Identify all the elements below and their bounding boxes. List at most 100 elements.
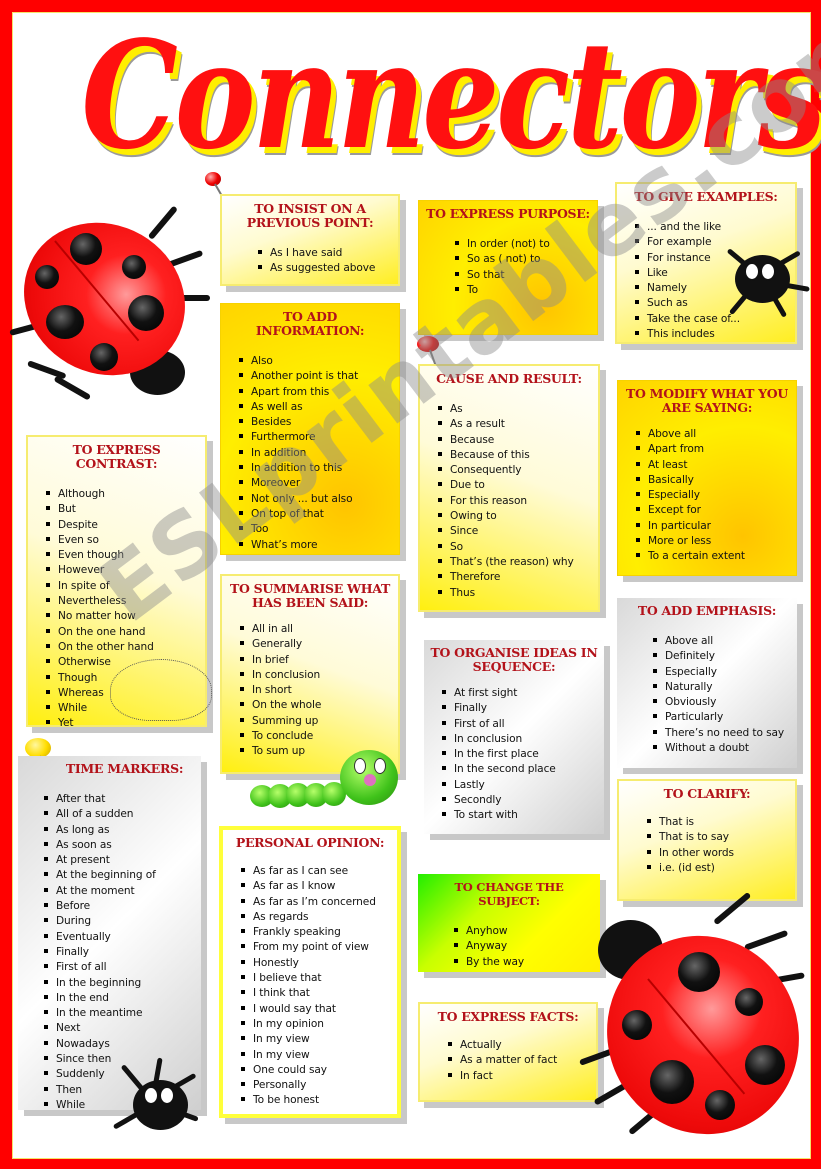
ladybug-top-left-icon: [0, 193, 213, 405]
list-item: Eventually: [44, 930, 195, 945]
list-item: In particular: [636, 519, 790, 534]
list-item: In the end: [44, 991, 195, 1006]
list-item: First of all: [442, 717, 598, 732]
list-item: Moreover: [239, 476, 393, 491]
section-heading: CAUSE AND RESULT:: [436, 371, 582, 386]
list-item: ... and the like: [635, 220, 789, 235]
caterpillar-icon: [250, 740, 410, 815]
section-heading: TO ADD INFORMATION:: [255, 309, 365, 338]
list-item: As far as I’m concerned: [241, 895, 391, 910]
ladybug-bottom-right-icon: [570, 890, 821, 1166]
list-item: That is to say: [647, 830, 789, 845]
list-item: Particularly: [653, 710, 791, 725]
list-item: Lastly: [442, 778, 598, 793]
list-item: i.e. (id est): [647, 861, 789, 876]
list-item: Frankly speaking: [241, 925, 391, 940]
list-item: Before: [44, 899, 195, 914]
list-item: From my point of view: [241, 940, 391, 955]
list-item: As I have said: [258, 246, 392, 261]
list-item: Another point is that: [239, 369, 393, 384]
list-item: Since: [438, 524, 592, 539]
list-item: All in all: [240, 622, 392, 637]
list-item: In addition: [239, 446, 393, 461]
connector-list: In order (not) to So as ( not) to So tha…: [425, 237, 591, 298]
list-item: Furthermore: [239, 430, 393, 445]
list-item: In conclusion: [240, 668, 392, 683]
section-heading: TO CHANGE THE SUBJECT:: [454, 880, 564, 908]
list-item: Basically: [636, 473, 790, 488]
list-item: As a result: [438, 417, 592, 432]
list-item: In brief: [240, 653, 392, 668]
list-item: As well as: [239, 400, 393, 415]
list-item: Without a doubt: [653, 741, 791, 756]
list-item: In other words: [647, 846, 789, 861]
list-item: Due to: [438, 478, 592, 493]
section-purpose: TO EXPRESS PURPOSE: In order (not) to So…: [418, 200, 598, 335]
section-heading: TO MODIFY WHAT YOU ARE SAYING:: [626, 386, 788, 415]
list-item: I would say that: [241, 1002, 391, 1017]
list-item: Except for: [636, 503, 790, 518]
list-item: Owing to: [438, 509, 592, 524]
list-item: More or less: [636, 534, 790, 549]
section-heading: TO EXPRESS CONTRAST:: [72, 442, 161, 471]
list-item: On top of that: [239, 507, 393, 522]
connector-list: That is That is to say In other words i.…: [625, 815, 789, 876]
list-item: As far as I know: [241, 879, 391, 894]
section-insist: TO INSIST ON A PREVIOUS POINT: As I have…: [220, 194, 400, 286]
spider-top-right-icon: [720, 240, 815, 320]
section-heading: TO ORGANISE IDEAS IN SEQUENCE:: [430, 645, 598, 674]
list-item: Definitely: [653, 649, 791, 664]
list-item: But: [46, 502, 199, 517]
list-item: Although: [46, 487, 199, 502]
section-heading: PERSONAL OPINION:: [235, 835, 385, 850]
section-clarify: TO CLARIFY: That is That is to say In ot…: [617, 779, 797, 901]
list-item: I believe that: [241, 971, 391, 986]
list-item: As long as: [44, 823, 195, 838]
list-item: On the whole: [240, 698, 392, 713]
list-item: That’s (the reason) why: [438, 555, 592, 570]
section-contrast: TO EXPRESS CONTRAST: Although But Despit…: [26, 435, 212, 729]
page-title: Connectors: [0, 0, 821, 190]
section-heading: TO GIVE EXAMPLES:: [634, 189, 778, 204]
section-heading: TO SUMMARISE WHAT HAS BEEN SAID:: [229, 581, 391, 610]
connector-list: Also Another point is that Apart from th…: [227, 354, 393, 553]
list-item: Apart from this: [239, 385, 393, 400]
list-item: In short: [240, 683, 392, 698]
list-item: As soon as: [44, 838, 195, 853]
list-item: As far as I can see: [241, 864, 391, 879]
section-personal-opinion: PERSONAL OPINION: As far as I can see As…: [219, 826, 401, 1118]
section-add-information: TO ADD INFORMATION: Also Another point i…: [220, 303, 400, 555]
list-item: First of all: [44, 960, 195, 975]
list-item: In the first place: [442, 747, 598, 762]
list-item: Finally: [442, 701, 598, 716]
cat-drawing-icon: [110, 659, 212, 721]
list-item: Honestly: [241, 956, 391, 971]
list-item: To start with: [442, 808, 598, 823]
list-item: Because: [438, 433, 592, 448]
connector-list: Anyhow Anyway By the way: [424, 924, 594, 970]
list-item: Actually: [448, 1038, 590, 1053]
list-item: However: [46, 563, 199, 578]
list-item: There’s no need to say: [653, 726, 791, 741]
list-item: Especially: [653, 665, 791, 680]
list-item: In my opinion: [241, 1017, 391, 1032]
list-item: In spite of: [46, 579, 199, 594]
list-item: So: [438, 540, 592, 555]
section-emphasis: TO ADD EMPHASIS: Above all Definitely Es…: [617, 598, 797, 768]
connector-list: As I have said As suggested above: [228, 246, 392, 277]
list-item: Apart from: [636, 442, 790, 457]
list-item: Consequently: [438, 463, 592, 478]
list-item: Naturally: [653, 680, 791, 695]
section-heading: TO EXPRESS FACTS:: [437, 1009, 579, 1024]
list-item: At present: [44, 853, 195, 868]
list-item: Besides: [239, 415, 393, 430]
list-item: Generally: [240, 637, 392, 652]
list-item: Especially: [636, 488, 790, 503]
list-item: In the beginning: [44, 976, 195, 991]
section-cause-result: CAUSE AND RESULT: As As a result Because…: [418, 364, 600, 612]
list-item: Even though: [46, 548, 199, 563]
list-item: This includes: [635, 327, 789, 342]
list-item: Even so: [46, 533, 199, 548]
list-item: Secondly: [442, 793, 598, 808]
list-item: As: [438, 402, 592, 417]
